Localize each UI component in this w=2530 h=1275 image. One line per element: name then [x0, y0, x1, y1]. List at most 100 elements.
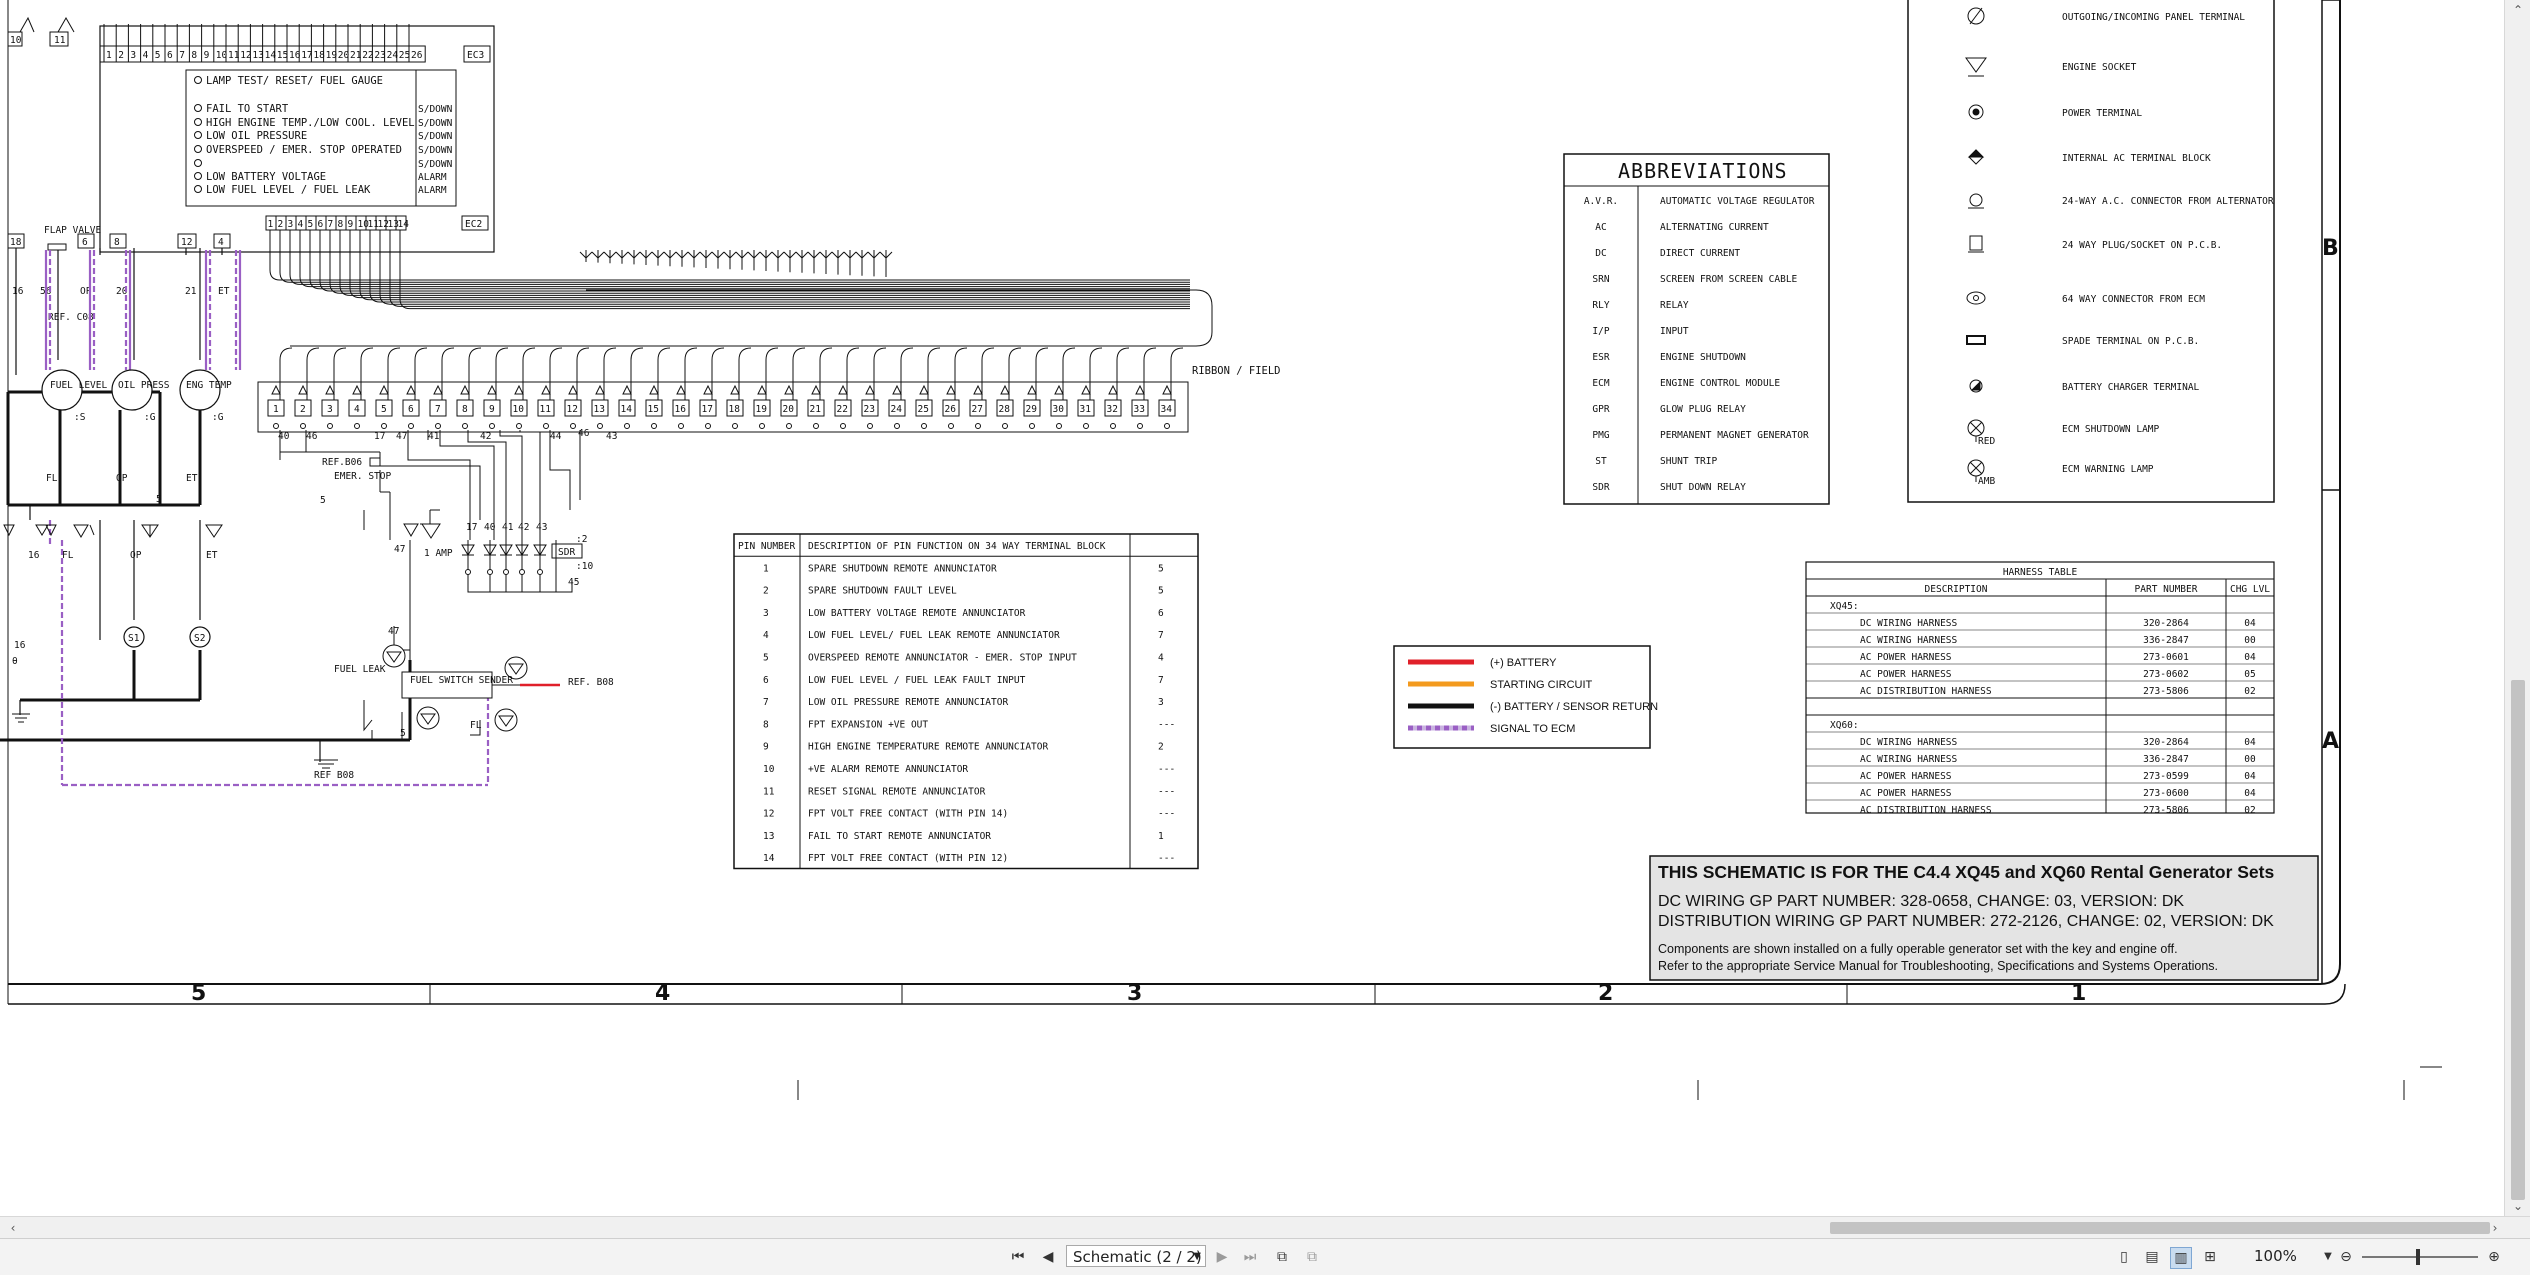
- abbr-meaning: ENGINE CONTROL MODULE: [1660, 378, 1780, 389]
- zoom-slider-knob[interactable]: [2416, 1249, 2420, 1265]
- terminal-fuse-icon: [1081, 384, 1091, 395]
- single-page-view-icon[interactable]: ▯: [2114, 1247, 2134, 1267]
- pin-table-pin: 12: [763, 809, 774, 820]
- scroll-down-icon[interactable]: ⌄: [2505, 1196, 2530, 1216]
- first-page-icon[interactable]: ⏮: [1008, 1247, 1028, 1267]
- terminal-fuse-icon: [973, 384, 983, 395]
- vertical-scrollbar[interactable]: ⌃ ⌄: [2504, 0, 2530, 1216]
- pin-table-desc: LOW OIL PRESSURE REMOTE ANNUNCIATOR: [808, 697, 1008, 708]
- pin-table-desc: FPT VOLT FREE CONTACT (WITH PIN 12): [808, 853, 1008, 864]
- horizontal-scrollbar[interactable]: ‹ ›: [0, 1216, 2530, 1239]
- pin-table-desc: RESET SIGNAL REMOTE ANNUNCIATOR: [808, 786, 986, 797]
- zoom-dropdown-icon[interactable]: ▼: [2318, 1247, 2338, 1267]
- ribbon-branch: [927, 347, 941, 361]
- symbol-sublabel: RED: [1978, 436, 1995, 447]
- zoom-in-icon[interactable]: ⊕: [2484, 1247, 2504, 1267]
- fuel-level-label: FUEL LEVEL: [50, 380, 107, 391]
- ribbon-branch: [981, 347, 995, 361]
- terminal-block-number: 12: [567, 404, 578, 415]
- ec3-pin-label: 8: [191, 50, 197, 61]
- harness-desc: AC POWER HARNESS: [1860, 652, 1952, 663]
- symbol-label: OUTGOING/INCOMING PANEL TERMINAL: [2062, 12, 2245, 23]
- ec2-pin-label: 8: [338, 219, 344, 230]
- abbr-meaning: GLOW PLUG RELAY: [1660, 404, 1746, 415]
- abbr-meaning: PERMANENT MAGNET GENERATOR: [1660, 430, 1809, 441]
- ribbon-branch: [603, 347, 617, 361]
- page-compare-icon[interactable]: ⧉: [1302, 1247, 1322, 1267]
- num-47-label: 47: [394, 544, 405, 555]
- harness-chg: 02: [2244, 805, 2255, 816]
- pin-table-desc: FPT VOLT FREE CONTACT (WITH PIN 14): [808, 809, 1008, 820]
- symbol-label: INTERNAL AC TERMINAL BLOCK: [2062, 153, 2211, 164]
- ribbon-wire: [399, 230, 1190, 310]
- terminal-screw-icon: [651, 423, 657, 429]
- terminal-fuse-icon: [487, 384, 497, 395]
- terminal-fuse-icon: [595, 384, 605, 395]
- vertical-scroll-thumb[interactable]: [2511, 680, 2525, 1200]
- harness-chg: 04: [2244, 652, 2256, 663]
- terminal-block-number: 8: [462, 404, 468, 415]
- abbr-meaning: AUTOMATIC VOLTAGE REGULATOR: [1660, 196, 1815, 207]
- fit-width-icon[interactable]: ⊞: [2200, 1247, 2220, 1267]
- harness-desc: DC WIRING HARNESS: [1860, 737, 1958, 748]
- zoom-level[interactable]: 100%: [2254, 1247, 2314, 1265]
- terminal-block-number: 15: [648, 404, 659, 415]
- svg-text:41: 41: [428, 431, 440, 442]
- symbol-label: BATTERY CHARGER TERMINAL: [2062, 382, 2200, 393]
- horizontal-scroll-thumb[interactable]: [1830, 1222, 2490, 1234]
- terminal-screw-icon: [921, 423, 927, 429]
- num-5b-label: 5: [400, 728, 406, 739]
- terminal-screw-icon: [1002, 423, 1008, 429]
- terminal-screw-icon: [975, 423, 981, 429]
- wire-label-op-low: OP: [130, 550, 142, 561]
- next-page-icon[interactable]: ▶: [1212, 1247, 1232, 1267]
- annunciator-lamp-icon: [194, 104, 202, 112]
- terminal-block-number: 18: [729, 404, 741, 415]
- harness-desc: AC WIRING HARNESS: [1860, 635, 1958, 646]
- page-thumbnails-icon[interactable]: ⧉: [1272, 1247, 1292, 1267]
- harness-desc: AC DISTRIBUTION HARNESS: [1860, 805, 1992, 816]
- terminal-screw-icon: [759, 423, 765, 429]
- annunciator-label: LOW OIL PRESSURE: [206, 130, 307, 142]
- scroll-up-icon[interactable]: ⌃: [2505, 0, 2530, 20]
- amp-label: 1 AMP: [424, 548, 453, 559]
- page-select[interactable]: Schematic (2 / 2) ▼: [1066, 1245, 1206, 1267]
- ribbon-branch: [900, 347, 914, 361]
- ref-b08-ground-label: REF B08: [314, 770, 354, 781]
- ec2-pin-label: 5: [308, 219, 314, 230]
- eng-temp-suffix: :G: [212, 412, 224, 423]
- zoom-out-icon[interactable]: ⊖: [2336, 1247, 2356, 1267]
- terminal-screw-icon: [1137, 423, 1143, 429]
- terminal-block-number: 19: [756, 404, 768, 415]
- scroll-left-icon[interactable]: ‹: [2, 1217, 24, 1239]
- ribbon-field-label: RIBBON / FIELD: [1192, 365, 1281, 377]
- previous-page-icon[interactable]: ◀: [1038, 1247, 1058, 1267]
- terminal-screw-icon: [948, 423, 954, 429]
- last-page-icon[interactable]: ⏭: [1240, 1247, 1260, 1267]
- terminal-block-number: 11: [540, 404, 552, 415]
- zoom-slider[interactable]: [2362, 1249, 2478, 1265]
- two-page-view-icon[interactable]: ▥: [2170, 1247, 2192, 1269]
- terminal-fuse-icon: [325, 384, 335, 395]
- terminal-fuse-icon: [1108, 384, 1118, 395]
- continuous-view-icon[interactable]: ▤: [2142, 1247, 2162, 1267]
- sdr-2-label: :2: [576, 534, 587, 545]
- ribbon-branch: [468, 347, 482, 361]
- terminal-fuse-icon: [622, 384, 632, 395]
- harness-desc: AC POWER HARNESS: [1860, 669, 1952, 680]
- ribbon-branch: [1035, 347, 1049, 361]
- terminal-block-number: 9: [489, 404, 495, 415]
- wire-label-fl: FL: [46, 473, 58, 484]
- pin-table-header-desc: DESCRIPTION OF PIN FUNCTION ON 34 WAY TE…: [808, 541, 1106, 552]
- ribbon-branch: [765, 347, 779, 361]
- svg-text:21: 21: [185, 286, 197, 297]
- pin-table-desc: HIGH ENGINE TEMPERATURE REMOTE ANNUNCIAT…: [808, 742, 1048, 753]
- ribbon-branch: [414, 347, 428, 361]
- pin-table-desc: +VE ALARM REMOTE ANNUNCIATOR: [808, 764, 968, 775]
- ribbon-branch: [1170, 347, 1184, 361]
- scroll-right-icon[interactable]: ›: [2484, 1217, 2506, 1239]
- page-select-value: Schematic (2 / 2): [1073, 1248, 1202, 1266]
- terminal-label-10: 10: [10, 35, 22, 46]
- abbr-meaning: ALTERNATING CURRENT: [1660, 222, 1769, 233]
- terminal-block-34-way: 1 2 3 4 5 6 7 8 9 10 11 12 13 14 15 16 17 18 19 20 21 22 23 24 2…: [257, 381, 1189, 433]
